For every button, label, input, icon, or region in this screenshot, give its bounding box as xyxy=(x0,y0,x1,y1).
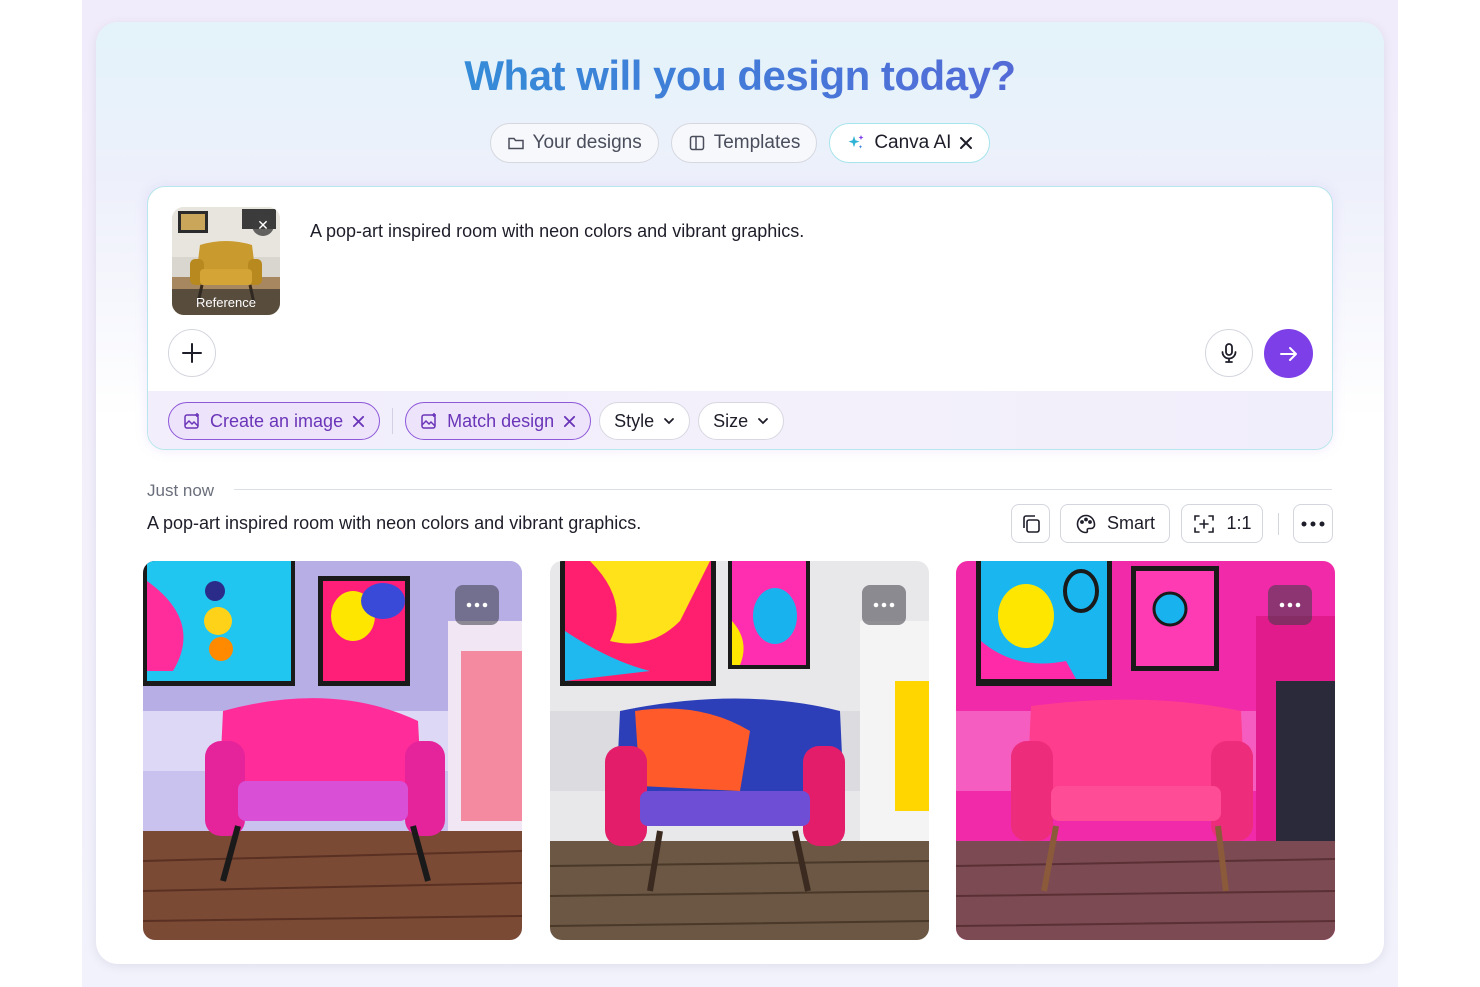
reference-label: Reference xyxy=(172,289,280,315)
image-sparkle-icon xyxy=(184,413,199,429)
arrow-right-icon xyxy=(1279,346,1297,361)
sparkle-icon xyxy=(846,133,866,153)
chip-label: Match design xyxy=(447,410,555,431)
tab-label: Your designs xyxy=(532,132,642,153)
create-image-chip[interactable]: Create an image xyxy=(168,402,381,440)
close-icon[interactable] xyxy=(352,415,365,428)
style-smart-button[interactable]: Smart xyxy=(1060,504,1170,543)
image-more-button[interactable] xyxy=(455,585,499,625)
generation-options-bar: Create an image Match design Style Size xyxy=(148,391,1332,449)
tab-label: Templates xyxy=(713,132,801,153)
ratio-value: 1:1 xyxy=(1226,513,1252,533)
copy-prompt-button[interactable] xyxy=(1011,504,1050,543)
tab-label: Canva AI xyxy=(874,132,952,153)
voice-input-button[interactable] xyxy=(1205,329,1253,377)
chip-divider xyxy=(392,408,394,434)
resize-frame-icon xyxy=(1194,514,1215,533)
palette-icon xyxy=(1076,514,1096,533)
send-button[interactable] xyxy=(1264,329,1313,378)
aspect-ratio-button[interactable]: 1:1 xyxy=(1181,504,1263,543)
page-title: What will you design today? xyxy=(0,52,1480,100)
style-value: Smart xyxy=(1106,513,1155,533)
prompt-input[interactable]: A pop-art inspired room with neon colors… xyxy=(310,221,804,242)
style-dropdown[interactable]: Style xyxy=(599,402,691,440)
match-design-chip[interactable]: Match design xyxy=(405,402,592,440)
microphone-icon xyxy=(1221,343,1237,363)
size-dropdown[interactable]: Size xyxy=(698,402,785,440)
chip-label: Create an image xyxy=(210,410,344,431)
copy-icon xyxy=(1022,514,1040,533)
prompt-box: ✕ Reference A pop-art inspired room with… xyxy=(147,186,1333,450)
tab-templates[interactable]: Templates xyxy=(670,123,818,163)
close-icon[interactable] xyxy=(959,136,973,150)
folder-icon xyxy=(507,134,525,152)
generated-image-3[interactable] xyxy=(956,561,1335,940)
close-icon[interactable] xyxy=(563,415,576,428)
history-prompt: A pop-art inspired room with neon colors… xyxy=(147,513,642,533)
generated-image-1[interactable] xyxy=(143,561,522,940)
tab-canva-ai[interactable]: Canva AI xyxy=(829,123,991,163)
reference-image[interactable]: ✕ Reference xyxy=(172,207,280,315)
generated-image-2[interactable] xyxy=(550,561,929,940)
dropdown-label: Style xyxy=(614,410,655,431)
more-horizontal-icon xyxy=(1279,602,1301,608)
plus-icon xyxy=(182,343,202,363)
image-more-button[interactable] xyxy=(1268,585,1312,625)
toolbar-divider xyxy=(1278,513,1279,535)
history-timestamp: Just now xyxy=(147,481,215,500)
more-horizontal-icon xyxy=(873,602,895,608)
tab-your-designs[interactable]: Your designs xyxy=(489,123,659,163)
image-more-button[interactable] xyxy=(862,585,906,625)
remove-reference-button[interactable]: ✕ xyxy=(252,214,274,236)
templates-icon xyxy=(688,134,706,152)
image-sparkle-icon xyxy=(421,413,437,429)
more-horizontal-icon xyxy=(1301,521,1325,526)
add-button[interactable] xyxy=(168,329,216,377)
more-horizontal-icon xyxy=(466,602,488,608)
chevron-down-icon xyxy=(664,418,675,425)
dropdown-label: Size xyxy=(713,410,749,431)
chevron-down-icon xyxy=(758,418,769,425)
more-options-button[interactable] xyxy=(1293,504,1333,543)
history-divider xyxy=(234,489,1332,490)
mode-tabs: Your designs Templates Canva AI xyxy=(0,123,1480,163)
